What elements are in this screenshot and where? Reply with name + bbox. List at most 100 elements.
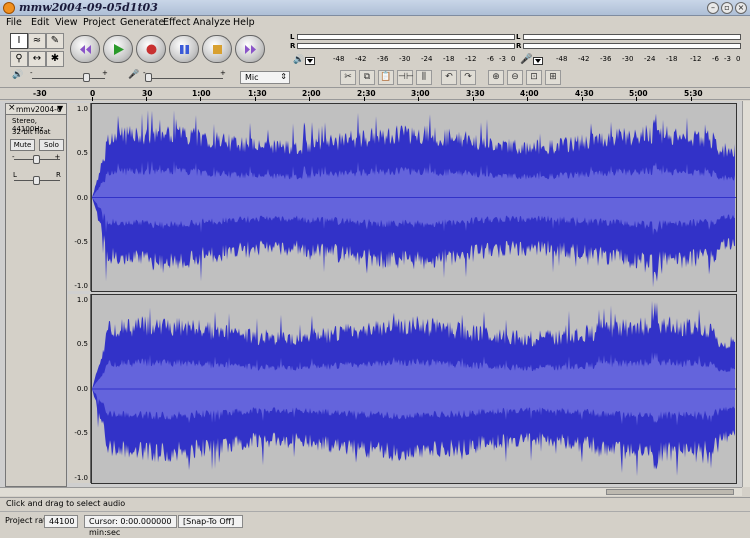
waveform-right-graphic — [92, 300, 736, 477]
track-name-menu[interactable]: mmv2004-0 — [16, 105, 62, 114]
amp-label: 1.0 — [76, 296, 88, 304]
track-control-panel[interactable]: × mmv2004-0 ▼ Stereo, 44100Hz 32-bit flo… — [5, 103, 67, 487]
vertical-scrollbar[interactable] — [742, 101, 750, 487]
stop-button[interactable] — [202, 35, 232, 63]
maximize-icon[interactable]: ▫ — [721, 2, 733, 14]
meter-tick: -30 — [622, 55, 634, 63]
ruler-label: 30 — [142, 89, 153, 98]
menu-edit[interactable]: Edit — [31, 17, 49, 28]
multi-tool-icon[interactable]: ✱ — [46, 51, 64, 67]
fit-selection-icon[interactable]: ⊡ — [526, 70, 542, 85]
paste-icon[interactable]: 📋 — [378, 70, 394, 85]
minimize-icon[interactable]: – — [707, 2, 719, 14]
draw-tool-icon[interactable]: ✎ — [46, 33, 64, 49]
track-header: × mmv2004-0 ▼ — [6, 103, 66, 115]
meter-tick: -12 — [690, 55, 702, 63]
project-rate-field[interactable]: 44100 — [44, 515, 78, 528]
ruler-label: 3:30 — [466, 89, 485, 98]
gain-thumb[interactable] — [33, 155, 40, 164]
slider-minus-icon: - — [30, 69, 33, 77]
ruler-label: 3:00 — [411, 89, 430, 98]
record-meter-dropdown-icon[interactable] — [533, 57, 543, 65]
menu-effect[interactable]: Effect — [163, 17, 190, 28]
waveform-left-channel[interactable] — [91, 103, 737, 292]
output-volume-slider[interactable] — [32, 78, 105, 79]
fit-project-icon[interactable]: ⊞ — [545, 70, 561, 85]
status-message: Click and drag to select audio — [6, 499, 126, 508]
ruler-label: 4:00 — [520, 89, 539, 98]
playback-meter-left — [297, 34, 515, 40]
ruler-label: 2:30 — [357, 89, 376, 98]
cut-icon[interactable]: ✂ — [340, 70, 356, 85]
meter-tick: -42 — [355, 55, 367, 63]
timeline-ruler[interactable]: -30 0 30 1:00 1:30 2:00 2:30 3:00 3:30 4… — [0, 87, 750, 101]
pan-thumb[interactable] — [33, 176, 40, 185]
output-volume-thumb[interactable] — [83, 73, 90, 82]
amp-label: 0.0 — [76, 194, 88, 202]
skip-end-icon — [245, 45, 256, 54]
silence-icon[interactable]: ⫼ — [416, 70, 432, 85]
solo-button[interactable]: Solo — [39, 139, 64, 151]
input-volume-slider[interactable] — [145, 78, 223, 79]
amp-label: -0.5 — [74, 429, 88, 437]
zoom-out-icon[interactable]: ⊖ — [507, 70, 523, 85]
skip-start-icon — [80, 45, 91, 54]
record-icon — [146, 44, 157, 55]
rec-meter-right-label: R — [516, 42, 522, 50]
record-button[interactable] — [136, 35, 166, 63]
cursor-position: Cursor: 0:00.000000 min:sec — [84, 515, 177, 537]
ruler-label: -30 — [33, 89, 47, 98]
menu-analyze[interactable]: Analyze — [193, 17, 230, 28]
meter-tick: -3 — [724, 55, 731, 63]
meter-tick: 0 — [736, 55, 741, 63]
meter-tick: -48 — [333, 55, 345, 63]
menu-generate[interactable]: Generate — [120, 17, 164, 28]
app-icon[interactable] — [3, 2, 15, 14]
meter-tick: -18 — [666, 55, 678, 63]
meter-tick: -36 — [377, 55, 389, 63]
envelope-tool-icon[interactable]: ≈ — [28, 33, 46, 49]
input-source-select[interactable]: Mic ⇕ — [240, 71, 290, 84]
skip-start-button[interactable] — [70, 35, 100, 63]
meter-tick: -6 — [487, 55, 494, 63]
input-volume-icon: 🎤 — [128, 70, 140, 80]
copy-icon[interactable]: ⧉ — [359, 70, 375, 85]
skip-end-button[interactable] — [235, 35, 265, 63]
menu-help[interactable]: Help — [233, 17, 255, 28]
selection-tool-icon[interactable]: I — [10, 33, 28, 49]
undo-icon[interactable]: ↶ — [441, 70, 457, 85]
pan-left-label: L — [13, 171, 17, 179]
mute-button[interactable]: Mute — [10, 139, 35, 151]
playback-meter-dropdown-icon[interactable] — [305, 57, 315, 65]
menu-file[interactable]: File — [6, 17, 22, 28]
track-close-icon[interactable]: × — [8, 103, 16, 113]
amp-label: -0.5 — [74, 238, 88, 246]
menu-project[interactable]: Project — [83, 17, 116, 28]
close-icon[interactable]: × — [735, 2, 747, 14]
horizontal-scroll-thumb[interactable] — [606, 489, 734, 495]
snap-to-toggle[interactable]: [Snap-To Off] — [178, 515, 243, 528]
meter-tick: -24 — [644, 55, 656, 63]
trim-icon[interactable]: ⊣⊢ — [397, 70, 414, 85]
timeshift-tool-icon[interactable]: ↔ — [28, 51, 46, 67]
window-title: mmw2004-09-05d1t03 — [19, 1, 158, 14]
ruler-label: 4:30 — [575, 89, 594, 98]
horizontal-scrollbar[interactable] — [0, 487, 742, 496]
microphone-icon[interactable]: 🎤 — [520, 54, 532, 65]
input-source-value: Mic — [245, 73, 259, 82]
pause-button[interactable] — [169, 35, 199, 63]
amp-label: 1.0 — [76, 105, 88, 113]
meter-tick: -3 — [499, 55, 506, 63]
meter-tick: 0 — [511, 55, 516, 63]
redo-icon[interactable]: ↷ — [460, 70, 476, 85]
input-volume-thumb[interactable] — [145, 73, 152, 82]
zoom-in-icon[interactable]: ⊕ — [488, 70, 504, 85]
speaker-icon[interactable]: 🔊 — [293, 55, 304, 65]
menu-view[interactable]: View — [55, 17, 78, 28]
waveform-left-graphic — [92, 110, 736, 288]
meter-left-label: L — [290, 33, 295, 41]
zoom-tool-icon[interactable]: ⚲ — [10, 51, 28, 67]
track-menu-arrow-icon[interactable]: ▼ — [57, 104, 63, 113]
waveform-right-channel[interactable] — [91, 294, 737, 484]
play-button[interactable] — [103, 35, 133, 63]
